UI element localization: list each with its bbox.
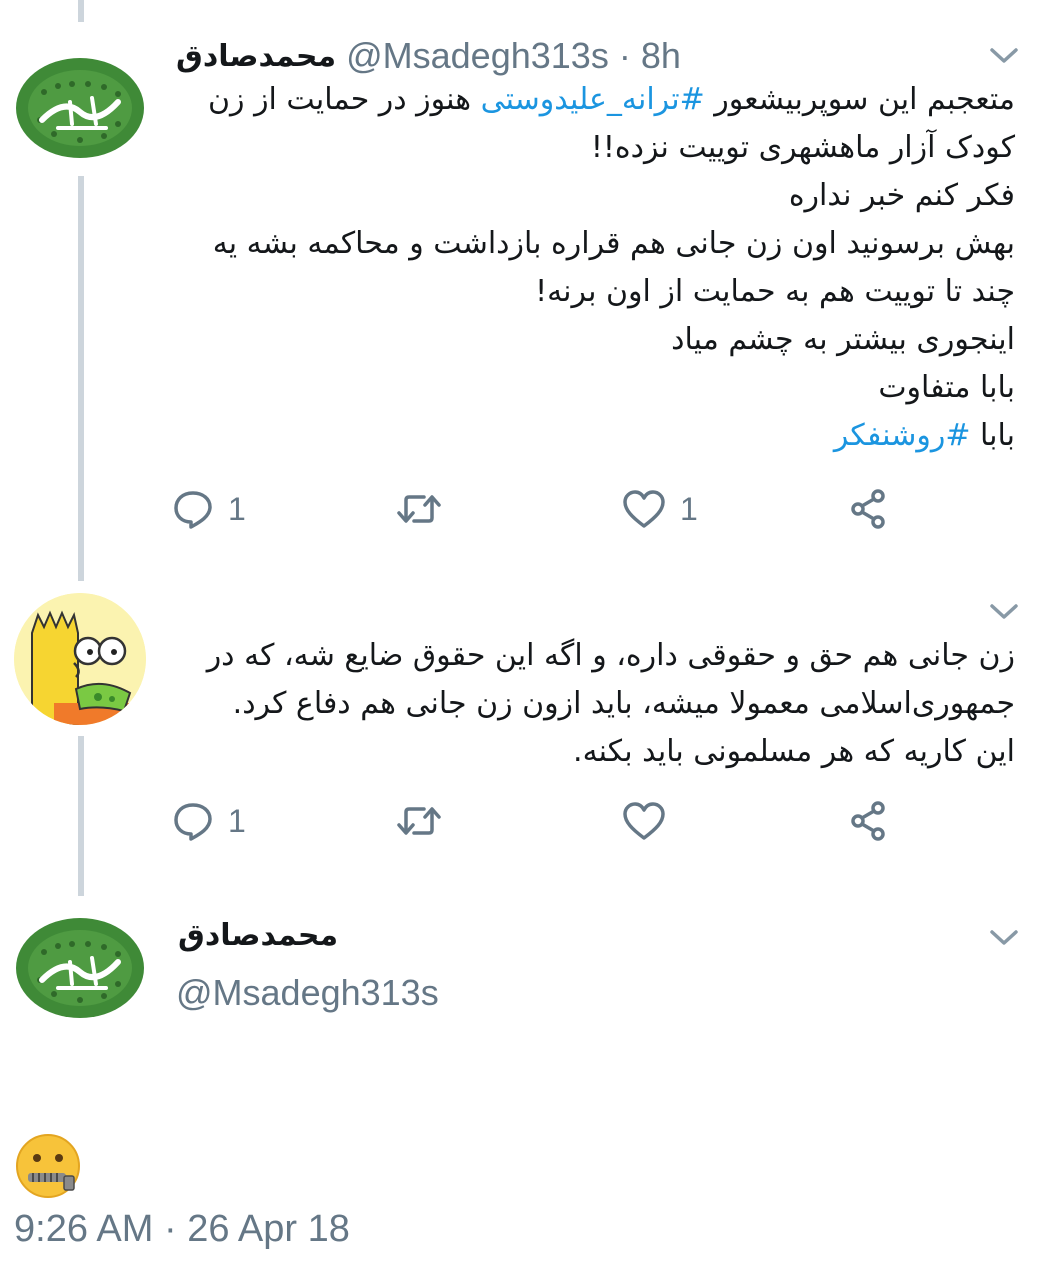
like-button[interactable]: 1 bbox=[622, 488, 698, 530]
text-segment: اینجوری بیشتر به چشم میاد bbox=[671, 322, 1015, 357]
tweet-emoji bbox=[14, 1132, 82, 1204]
thread-line-top bbox=[78, 0, 84, 22]
display-name[interactable]: محمدصادق bbox=[178, 918, 338, 953]
heart-icon bbox=[623, 802, 665, 840]
retweet-button[interactable] bbox=[396, 800, 456, 842]
reply-icon bbox=[174, 491, 212, 529]
tweet-text-line: بابا #روشنفکر bbox=[155, 412, 1015, 460]
like-count: 1 bbox=[680, 490, 698, 527]
retweet-button[interactable] bbox=[396, 488, 456, 530]
chevron-down-icon[interactable] bbox=[988, 928, 1020, 948]
tweet-text-line: بابا متفاوت bbox=[155, 364, 1015, 412]
text-segment: هنوز در حمایت از زن bbox=[208, 82, 481, 117]
tweet-actions: 1 bbox=[0, 800, 1041, 850]
tweet-time[interactable]: 8h bbox=[641, 35, 681, 77]
text-segment: بابا bbox=[970, 418, 1015, 453]
retweet-icon bbox=[397, 807, 441, 835]
display-name[interactable]: محمدصادق bbox=[176, 39, 336, 74]
separator-dot: · bbox=[618, 35, 631, 76]
chevron-down-icon[interactable] bbox=[988, 602, 1020, 622]
tweet-text-line: بهش برسونید اون زن جانی هم قراره بازداشت… bbox=[155, 220, 1015, 268]
text-segment: بابا متفاوت bbox=[878, 370, 1015, 405]
tweet-text-line: فکر کنم خبر نداره bbox=[155, 172, 1015, 220]
tweet-text: متعجبم این سوپربیشعور #ترانه_علیدوستی هن… bbox=[155, 76, 1015, 460]
text-segment: متعجبم این سوپربیشعور bbox=[704, 82, 1015, 117]
hashtag-link[interactable]: #ترانه_علیدوستی bbox=[481, 82, 705, 117]
text-segment: چند تا توییت هم به حمایت از اون برنه! bbox=[535, 274, 1015, 309]
green-calligraphy-avatar-icon bbox=[14, 900, 146, 1032]
tweet-header: محمدصادق @Msadegh313s · 8h bbox=[176, 32, 681, 80]
username[interactable]: @Msadegh313s bbox=[346, 35, 609, 77]
reply-count: 1 bbox=[228, 490, 246, 527]
tweet-timestamp[interactable]: 9:26 AM · 26 Apr 18 bbox=[14, 1208, 350, 1251]
heart-icon bbox=[623, 490, 665, 528]
username[interactable]: @Msadegh313s bbox=[176, 972, 439, 1014]
avatar[interactable] bbox=[14, 593, 146, 725]
avatar[interactable] bbox=[14, 40, 146, 172]
tweet-text-line: زن جانی هم حق و حقوقی داره، و اگه این حق… bbox=[206, 638, 1015, 673]
hashtag-link[interactable]: #روشنفکر bbox=[834, 418, 971, 453]
reply-button[interactable]: 1 bbox=[172, 800, 246, 842]
tweet-text-line: کودک آزار ماهشهری توییت نزده!! bbox=[155, 124, 1015, 172]
reply-button[interactable]: 1 bbox=[172, 488, 246, 530]
tweet-text-line: این کاریه که هر مسلمونی باید بکنه. bbox=[573, 734, 1015, 769]
zipper-mouth-face-icon bbox=[16, 1134, 80, 1198]
text-segment: کودک آزار ماهشهری توییت نزده!! bbox=[590, 130, 1015, 165]
retweet-icon bbox=[397, 495, 441, 523]
tweet-actions: 1 1 bbox=[0, 488, 1041, 538]
text-segment: بهش برسونید اون زن جانی هم قراره بازداشت… bbox=[212, 226, 1015, 261]
share-icon bbox=[851, 489, 885, 529]
tweet-text: زن جانی هم حق و حقوقی داره، و اگه این حق… bbox=[155, 632, 1015, 776]
text-segment: فکر کنم خبر نداره bbox=[788, 178, 1015, 213]
green-calligraphy-avatar-icon bbox=[14, 40, 146, 172]
tweet-text-line: جمهوری‌اسلامی معمولا میشه، باید ازون زن … bbox=[232, 686, 1015, 721]
share-icon bbox=[851, 801, 885, 841]
cartoon-character-avatar-icon bbox=[14, 593, 146, 725]
share-button[interactable] bbox=[848, 488, 890, 530]
avatar[interactable] bbox=[14, 900, 146, 1032]
chevron-down-icon[interactable] bbox=[988, 46, 1020, 66]
tweet-text-line: متعجبم این سوپربیشعور #ترانه_علیدوستی هن… bbox=[155, 76, 1015, 124]
tweet-text-line: اینجوری بیشتر به چشم میاد bbox=[155, 316, 1015, 364]
like-button[interactable] bbox=[622, 800, 680, 842]
tweet-text-line: چند تا توییت هم به حمایت از اون برنه! bbox=[155, 268, 1015, 316]
reply-count: 1 bbox=[228, 802, 246, 839]
reply-icon bbox=[174, 803, 212, 841]
share-button[interactable] bbox=[848, 800, 890, 842]
